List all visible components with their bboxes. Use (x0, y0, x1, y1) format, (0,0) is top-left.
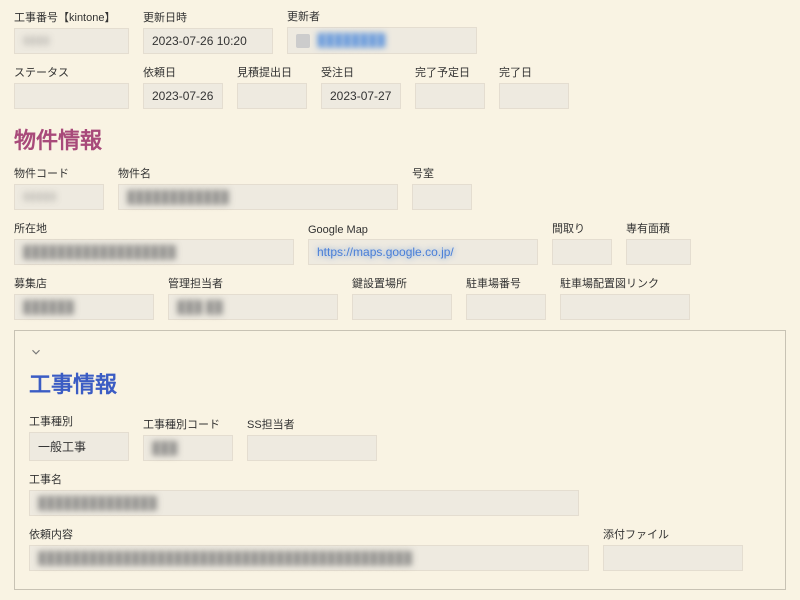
crequest-value: ████████████████████████████████████████… (29, 545, 589, 571)
cname-value: ██████████████ (29, 490, 579, 516)
request-date-value: 2023-07-26 (143, 83, 223, 109)
attach-value (603, 545, 743, 571)
layout-value (552, 239, 612, 265)
property-section-title: 物件情報 (14, 123, 786, 155)
construction-section-title: 工事情報 (29, 367, 771, 399)
address-value: ██████████████████ (14, 239, 294, 265)
order-date-label: 受注日 (321, 64, 401, 80)
manager-label: 管理担当者 (168, 275, 338, 291)
done-date-label: 完了日 (499, 64, 569, 80)
parking-link-value (560, 294, 690, 320)
ctype-code-label: 工事種別コード (143, 416, 233, 432)
ss-value (247, 435, 377, 461)
request-date-label: 依頼日 (143, 64, 223, 80)
parking-link-label: 駐車場配置図リンク (560, 275, 690, 291)
property-code-label: 物件コード (14, 165, 104, 181)
crequest-label: 依頼内容 (29, 526, 589, 542)
gmap-value[interactable]: https://maps.google.co.jp/ (308, 239, 538, 265)
property-name-label: 物件名 (118, 165, 398, 181)
ctype-code-value: ███ (143, 435, 233, 461)
property-name-value: ████████████ (118, 184, 398, 210)
parking-no-value (466, 294, 546, 320)
updated-by-label: 更新者 (287, 8, 477, 24)
job-no-value: 0000 (14, 28, 129, 54)
gmap-link[interactable]: https://maps.google.co.jp/ (317, 245, 454, 259)
construction-panel: 工事情報 工事種別 一般工事 工事種別コード ███ SS担当者 工事名 ███… (14, 330, 786, 590)
chevron-down-icon[interactable] (29, 345, 47, 363)
ctype-value: 一般工事 (29, 432, 129, 461)
recruit-value: ██████ (14, 294, 154, 320)
updated-at-value: 2023-07-26 10:20 (143, 28, 273, 54)
done-date-value (499, 83, 569, 109)
updated-at-label: 更新日時 (143, 9, 273, 25)
updated-by-value: ████████ (287, 27, 477, 54)
attach-label: 添付ファイル (603, 526, 743, 542)
order-date-value: 2023-07-27 (321, 83, 401, 109)
planned-date-value (415, 83, 485, 109)
area-label: 専有面積 (626, 220, 691, 236)
gmap-label: Google Map (308, 224, 538, 236)
parking-no-label: 駐車場番号 (466, 275, 546, 291)
key-label: 鍵設置場所 (352, 275, 452, 291)
address-label: 所在地 (14, 220, 294, 236)
status-label: ステータス (14, 64, 129, 80)
recruit-label: 募集店 (14, 275, 154, 291)
avatar-icon (296, 34, 310, 48)
manager-value: ███ ██ (168, 294, 338, 320)
cname-label: 工事名 (29, 471, 579, 487)
area-value (626, 239, 691, 265)
layout-label: 間取り (552, 220, 612, 236)
planned-date-label: 完了予定日 (415, 64, 485, 80)
job-no-label: 工事番号【kintone】 (14, 9, 129, 25)
estimate-date-value (237, 83, 307, 109)
key-value (352, 294, 452, 320)
property-code-value: 00000 (14, 184, 104, 210)
updated-by-name: ████████ (317, 33, 385, 47)
status-value (14, 83, 129, 109)
room-value (412, 184, 472, 210)
room-label: 号室 (412, 165, 472, 181)
ss-label: SS担当者 (247, 416, 377, 432)
ctype-label: 工事種別 (29, 413, 129, 429)
estimate-date-label: 見積提出日 (237, 64, 307, 80)
